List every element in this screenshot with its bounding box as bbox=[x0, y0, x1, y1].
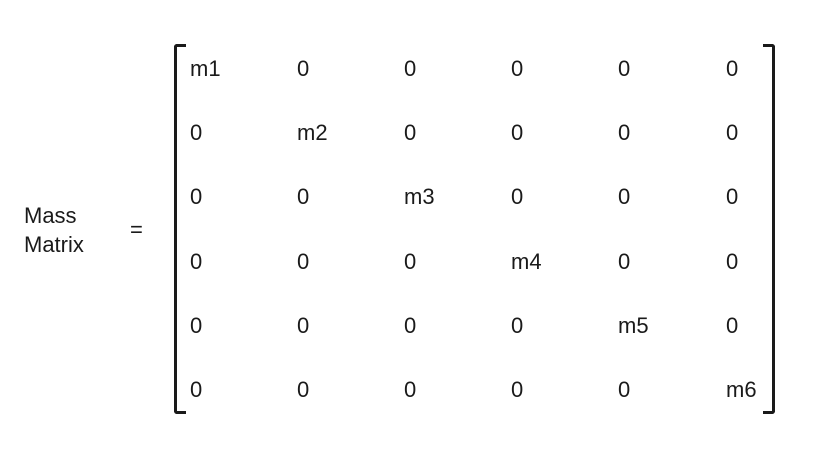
matrix-cell-r3-c3: m3 bbox=[404, 184, 435, 209]
matrix-cell-r2-c2: m2 bbox=[297, 120, 328, 145]
matrix-cell-r4-c5: 0 bbox=[618, 249, 631, 274]
matrix-cell-r6-c4: 0 bbox=[511, 377, 524, 402]
matrix-cell-r4-c3: 0 bbox=[404, 249, 417, 274]
matrix-cell-r6-c2: 0 bbox=[297, 377, 310, 402]
matrix-cell-r4-c4: m4 bbox=[511, 249, 542, 274]
matrix-cell-r2-c5: 0 bbox=[618, 120, 631, 145]
matrix-cell-r1-c6: 0 bbox=[726, 56, 739, 81]
matrix-grid: m1 0 0 0 0 0 0 m2 0 0 0 0 0 0 m3 0 0 0 0 0 0 m4 0 0 0 0 0 0 m5 0 0 0 0 0 0… bbox=[0, 0, 815, 461]
matrix-cell-r6-c1: 0 bbox=[190, 377, 203, 402]
matrix-cell-r3-c6: 0 bbox=[726, 184, 739, 209]
matrix-cell-r5-c1: 0 bbox=[190, 313, 203, 338]
matrix-cell-r1-c2: 0 bbox=[297, 56, 310, 81]
matrix-cell-r5-c4: 0 bbox=[511, 313, 524, 338]
matrix-cell-r3-c5: 0 bbox=[618, 184, 631, 209]
matrix-cell-r4-c6: 0 bbox=[726, 249, 739, 274]
matrix-cell-r2-c3: 0 bbox=[404, 120, 417, 145]
matrix-cell-r1-c3: 0 bbox=[404, 56, 417, 81]
matrix-cell-r1-c4: 0 bbox=[511, 56, 524, 81]
matrix-cell-r2-c4: 0 bbox=[511, 120, 524, 145]
matrix-cell-r6-c6: m6 bbox=[726, 377, 757, 402]
matrix-cell-r2-c6: 0 bbox=[726, 120, 739, 145]
matrix-cell-r1-c1: m1 bbox=[190, 56, 221, 81]
matrix-cell-r2-c1: 0 bbox=[190, 120, 203, 145]
matrix-cell-r4-c1: 0 bbox=[190, 249, 203, 274]
matrix-cell-r6-c3: 0 bbox=[404, 377, 417, 402]
matrix-cell-r5-c2: 0 bbox=[297, 313, 310, 338]
matrix-cell-r4-c2: 0 bbox=[297, 249, 310, 274]
matrix-cell-r1-c5: 0 bbox=[618, 56, 631, 81]
matrix-cell-r3-c1: 0 bbox=[190, 184, 203, 209]
matrix-cell-r5-c3: 0 bbox=[404, 313, 417, 338]
matrix-cell-r3-c4: 0 bbox=[511, 184, 524, 209]
matrix-cell-r6-c5: 0 bbox=[618, 377, 631, 402]
matrix-cell-r5-c6: 0 bbox=[726, 313, 739, 338]
matrix-cell-r3-c2: 0 bbox=[297, 184, 310, 209]
matrix-cell-r5-c5: m5 bbox=[618, 313, 649, 338]
